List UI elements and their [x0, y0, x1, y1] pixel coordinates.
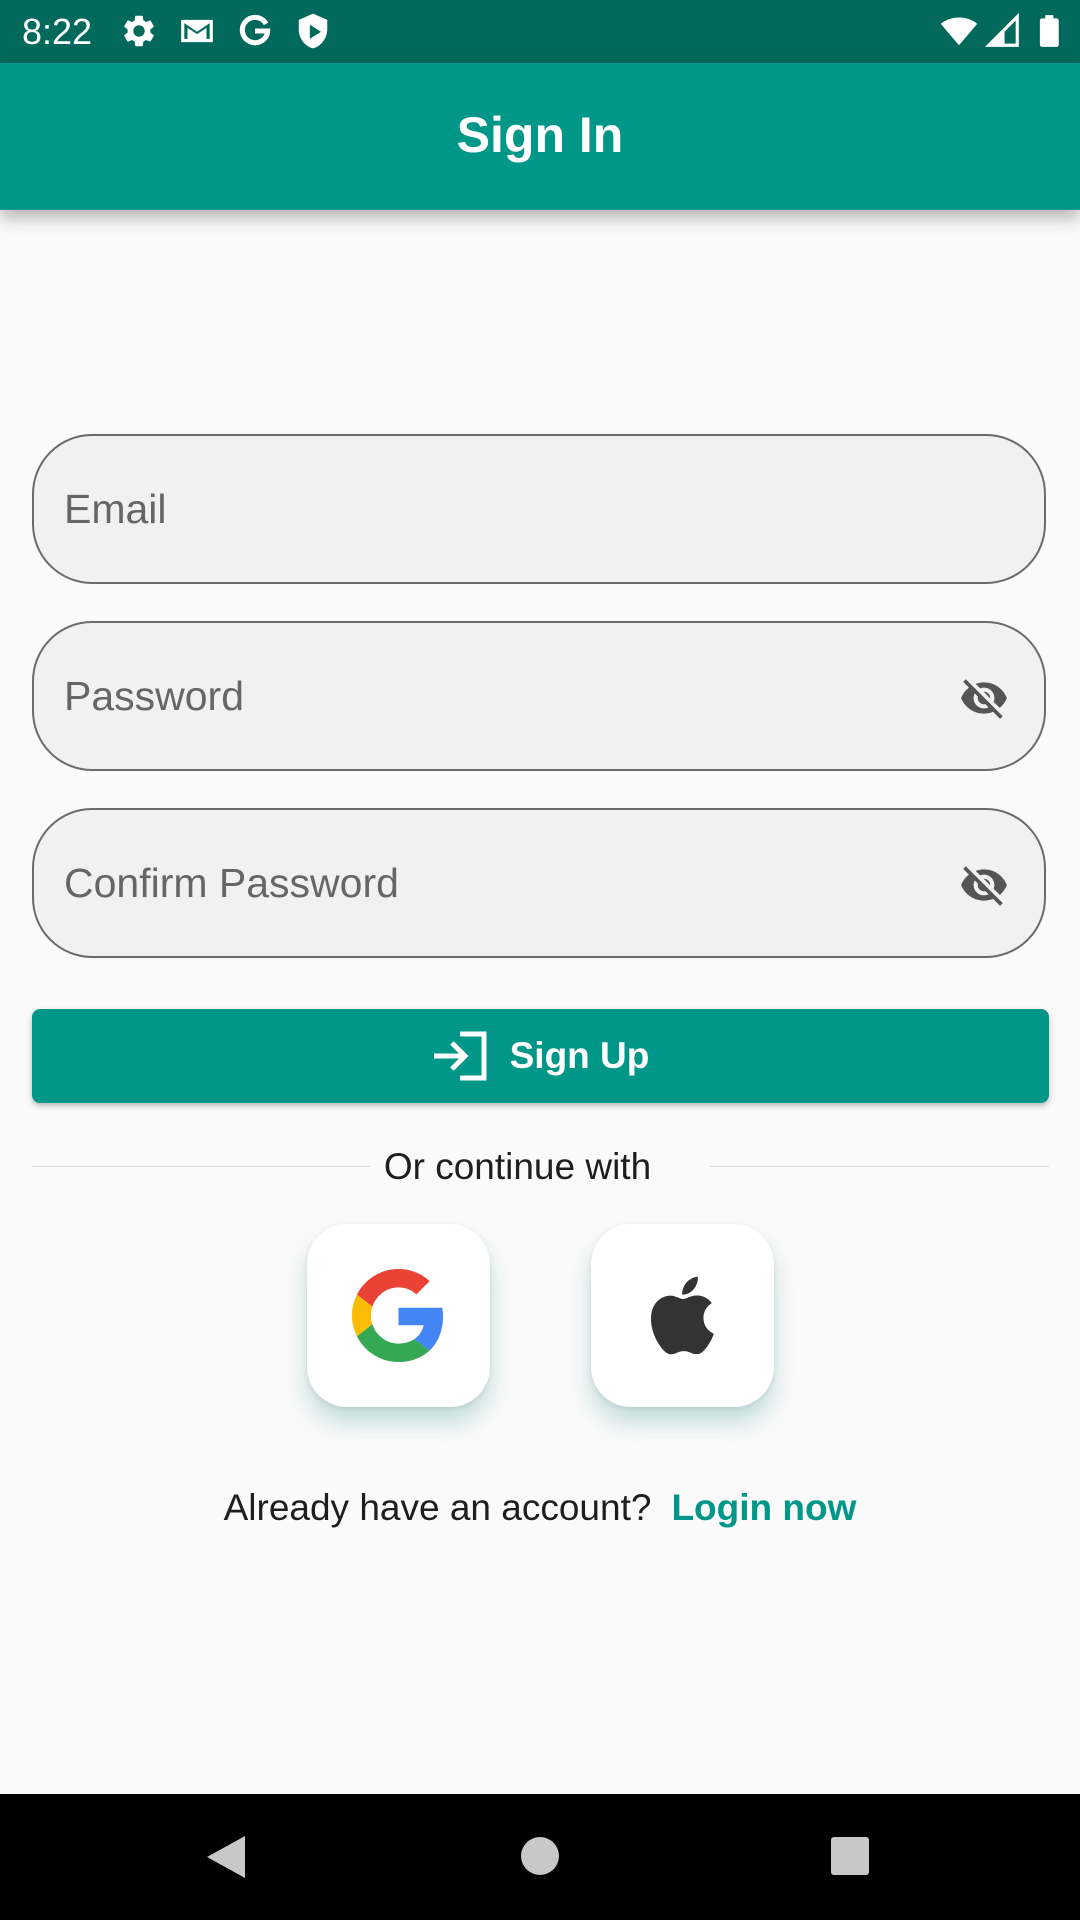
login-icon: [433, 1031, 487, 1081]
password-input[interactable]: [64, 623, 944, 769]
apple-logo-icon: [650, 1276, 714, 1355]
divider-right: [710, 1166, 1049, 1167]
login-prompt: Already have an account? Login now: [0, 1484, 1080, 1532]
battery-icon: [1039, 15, 1059, 47]
status-bar: 8:22: [0, 0, 1080, 63]
recents-icon[interactable]: [830, 1836, 870, 1876]
signal-icon: [984, 12, 1019, 47]
confirm-password-field[interactable]: [32, 808, 1046, 958]
divider-left: [32, 1166, 370, 1167]
google-g-icon: [239, 14, 271, 46]
visibility-off-icon[interactable]: [954, 673, 1014, 723]
back-icon[interactable]: [205, 1834, 247, 1880]
gmail-icon: [181, 19, 213, 43]
wifi-icon: [940, 17, 978, 46]
home-icon[interactable]: [520, 1836, 560, 1876]
page-title: Sign In: [456, 107, 624, 163]
navigation-bar: [0, 1794, 1080, 1920]
shield-play-icon: [298, 13, 328, 49]
confirm-password-input[interactable]: [64, 810, 944, 956]
app-bar: Sign In: [0, 63, 1080, 210]
sign-up-button[interactable]: Sign Up: [32, 1009, 1049, 1103]
password-field[interactable]: [32, 621, 1046, 771]
sign-up-label: Sign Up: [509, 1035, 650, 1076]
login-question: Already have an account?: [223, 1487, 652, 1528]
gear-icon: [124, 15, 154, 47]
email-field[interactable]: [32, 434, 1046, 584]
login-now-link[interactable]: Login now: [671, 1487, 856, 1528]
email-input[interactable]: [64, 436, 944, 582]
visibility-off-icon[interactable]: [954, 860, 1014, 910]
status-time: 8:22: [22, 11, 93, 52]
google-sign-in-button[interactable]: [307, 1224, 490, 1407]
google-logo-icon: [352, 1269, 444, 1362]
divider-text: Or continue with: [383, 1146, 652, 1187]
apple-sign-in-button[interactable]: [591, 1224, 774, 1407]
